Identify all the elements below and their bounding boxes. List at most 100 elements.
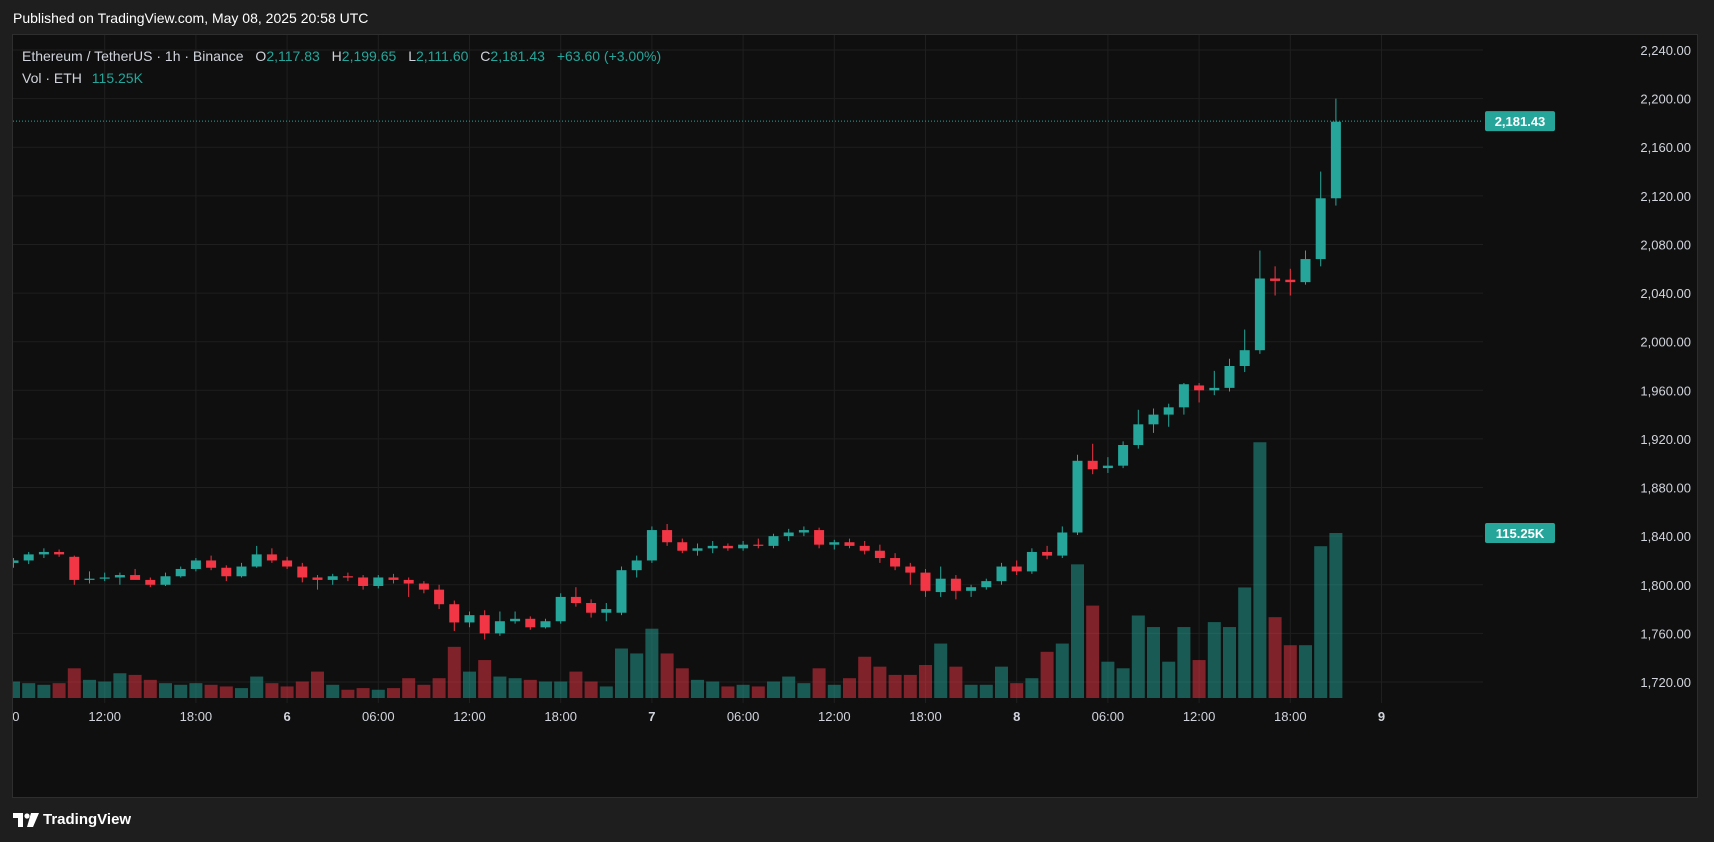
volume-bar	[751, 686, 765, 698]
volume-bar	[1147, 627, 1160, 698]
x-tick-label: 12:00	[818, 709, 851, 724]
candle-body	[206, 560, 217, 568]
candle-body	[1330, 121, 1341, 199]
candle-body	[1087, 460, 1098, 470]
candle-body	[814, 530, 825, 545]
candle-body	[236, 566, 247, 577]
candle-body	[1163, 407, 1174, 415]
candle-body	[601, 609, 612, 613]
candle-body	[722, 545, 733, 549]
candle-body	[753, 544, 764, 546]
candle-body	[464, 615, 475, 623]
y-tick-label: 1,960.00	[1640, 383, 1691, 398]
volume-bar	[295, 681, 309, 698]
volume-bar	[371, 689, 385, 698]
candle-body	[282, 560, 293, 567]
volume-bar	[1314, 546, 1328, 698]
y-tick-label: 2,200.00	[1640, 92, 1691, 107]
time-axis: :00 12:00 18:00 6 06:00 12:00 18:00 7 06:00 12:00…	[13, 709, 1385, 724]
candle-body	[950, 578, 961, 591]
volume-bar	[934, 643, 948, 698]
last-price-tag: 2,181.43	[1485, 111, 1555, 132]
volume-bar	[584, 681, 598, 698]
volume-bar	[478, 660, 492, 698]
candle-body	[388, 577, 399, 580]
volume-bar	[1329, 533, 1343, 698]
volume-bar	[630, 653, 644, 698]
candle-body	[510, 618, 521, 622]
y-tick-label: 1,880.00	[1640, 481, 1691, 496]
candle-body	[996, 566, 1007, 582]
tradingview-logo[interactable]: TradingView	[13, 811, 131, 828]
price-axis: 2,240.00 2,200.00 2,160.00 2,120.00 2,080.00…	[1640, 43, 1691, 690]
candle-body	[1057, 532, 1068, 556]
last-volume-label: 115.25K	[1496, 526, 1545, 541]
candle-body	[1239, 350, 1250, 366]
x-tick-label: 12:00	[453, 709, 486, 724]
volume-bar	[493, 676, 507, 698]
candle-body	[99, 577, 110, 579]
volume-bar	[615, 648, 628, 698]
candle-body	[920, 572, 931, 591]
volume-bar	[128, 674, 142, 698]
chart-frame[interactable]: 2,240.00 2,200.00 2,160.00 2,120.00 2,080.00…	[12, 34, 1698, 798]
volume-bar	[1268, 617, 1282, 698]
candle-body	[798, 530, 809, 533]
volume-bar	[1116, 668, 1130, 698]
candle-body	[540, 621, 551, 628]
candle-body	[1209, 387, 1220, 391]
volume-bar	[523, 679, 537, 698]
candle-body	[160, 576, 171, 585]
volume-bar	[189, 683, 203, 698]
candle-body	[966, 587, 977, 591]
x-tick-label: 12:00	[1183, 709, 1216, 724]
candle-body	[342, 576, 353, 578]
candle-body	[221, 567, 232, 577]
volume-bar	[13, 681, 20, 698]
volume-bar	[721, 686, 735, 698]
candle-body	[130, 575, 141, 580]
candlestick-chart[interactable]: 2,240.00 2,200.00 2,160.00 2,120.00 2,080.00…	[13, 35, 1699, 799]
x-tick-label: 18:00	[544, 709, 577, 724]
volume-bar	[387, 688, 400, 698]
volume-bar	[1101, 661, 1115, 698]
volume-bar	[995, 666, 1008, 698]
candle-body	[145, 579, 156, 585]
y-tick-label: 1,800.00	[1640, 578, 1691, 593]
volume-bar	[67, 668, 81, 698]
candle-body	[1072, 460, 1083, 533]
y-tick-label: 2,080.00	[1640, 237, 1691, 252]
candle-body	[1011, 566, 1022, 572]
tradingview-logo-icon	[13, 812, 39, 827]
volume-bar	[280, 686, 294, 698]
candle-body	[829, 542, 840, 545]
volume-bar	[660, 653, 674, 698]
volume-bar	[98, 681, 112, 698]
volume-bar	[1055, 643, 1069, 698]
candle-body	[1133, 424, 1144, 445]
chart-legend: Ethereum / TetherUS · 1h · Binance O2,11…	[22, 45, 661, 89]
volume-bar	[919, 665, 932, 698]
volume-bar	[219, 686, 233, 698]
volume-bar	[508, 678, 522, 698]
volume-bar	[1238, 587, 1252, 698]
x-tick-label: :00	[13, 709, 19, 724]
candle-body	[783, 532, 794, 537]
candle-body	[525, 618, 536, 628]
volume-label[interactable]: Vol · ETH	[22, 70, 82, 86]
volume-bar	[83, 679, 96, 698]
candle-body	[1178, 384, 1189, 408]
volume-bar	[782, 676, 796, 698]
candle-body	[768, 536, 779, 546]
volume-bar	[767, 681, 780, 698]
candle-body	[586, 603, 597, 613]
symbol-label[interactable]: Ethereum / TetherUS · 1h · Binance	[22, 48, 244, 64]
y-tick-label: 2,160.00	[1640, 140, 1691, 155]
candle-body	[1026, 551, 1037, 572]
volume-bar	[1299, 645, 1312, 698]
volume-bar	[706, 681, 720, 698]
candle-body	[677, 542, 688, 551]
volume-tag: 115.25K	[1485, 523, 1555, 543]
volume-bar	[52, 683, 66, 698]
candle-body	[738, 544, 749, 549]
